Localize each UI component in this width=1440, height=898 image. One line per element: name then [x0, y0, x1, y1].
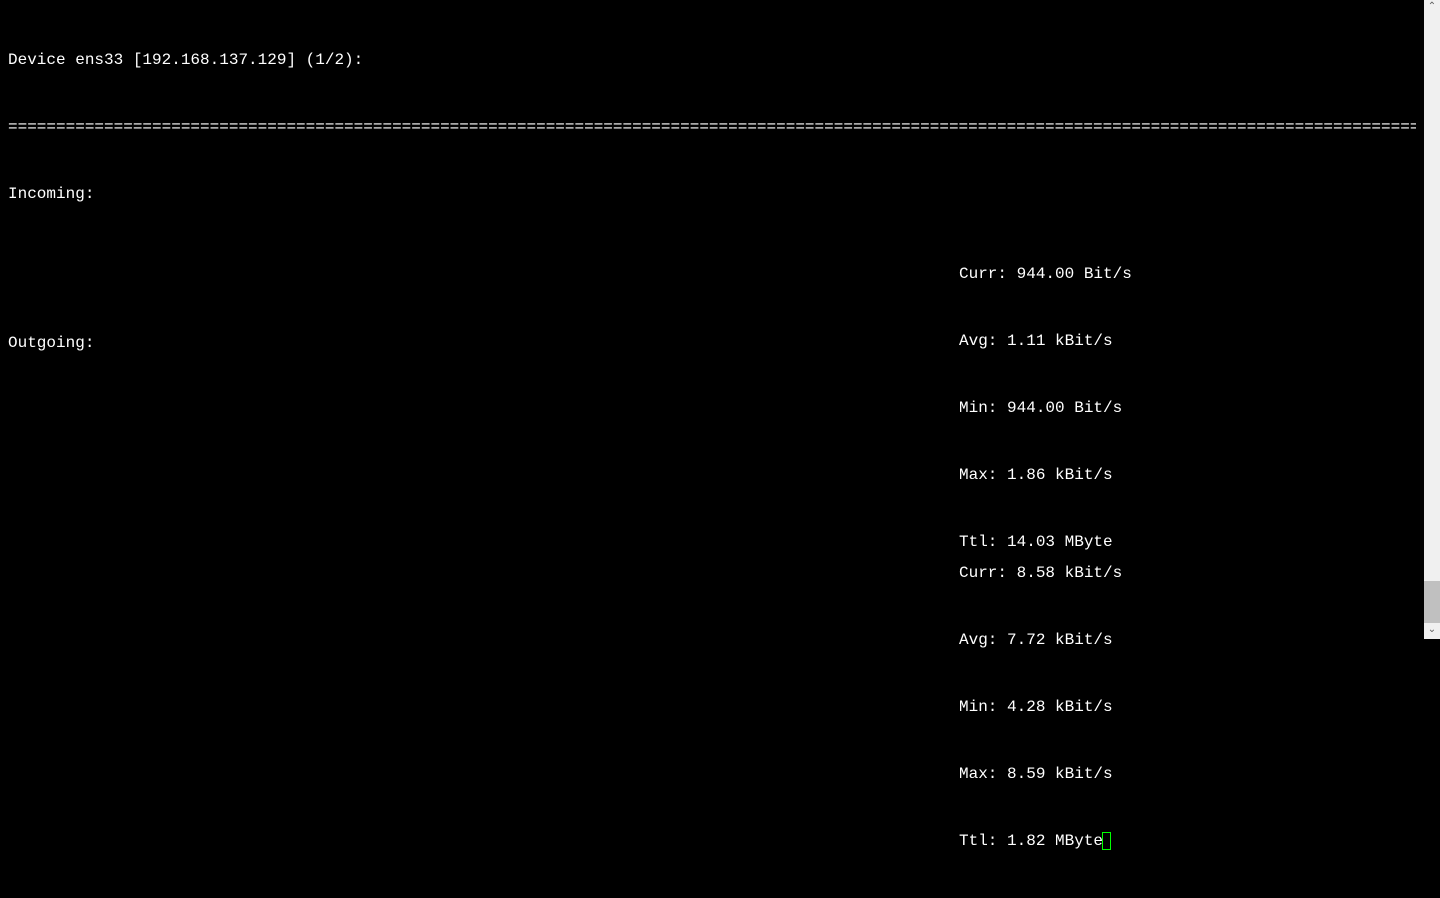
outgoing-stats: Curr: 8.58 kBit/s Avg: 7.72 kBit/s Min: …	[959, 517, 1122, 898]
divider-line: ========================================…	[8, 116, 1416, 138]
outgoing-avg: Avg: 7.72 kBit/s	[959, 629, 1122, 651]
outgoing-curr: Curr: 8.58 kBit/s	[959, 562, 1122, 584]
outgoing-ttl-text: Ttl: 1.82 MByte	[959, 832, 1103, 850]
outgoing-min: Min: 4.28 kBit/s	[959, 696, 1122, 718]
incoming-label: Incoming:	[8, 183, 1416, 205]
terminal-cursor	[1102, 832, 1111, 850]
scroll-thumb[interactable]	[1424, 581, 1440, 623]
device-header: Device ens33 [192.168.137.129] (1/2):	[8, 49, 1416, 71]
terminal-output: Device ens33 [192.168.137.129] (1/2): ==…	[0, 0, 1424, 639]
outgoing-label: Outgoing:	[8, 332, 94, 354]
vertical-scrollbar[interactable]: ⌃ ⌄	[1424, 0, 1440, 639]
incoming-curr: Curr: 944.00 Bit/s	[959, 263, 1132, 285]
scroll-up-arrow-icon[interactable]: ⌃	[1424, 0, 1440, 16]
scroll-down-arrow-icon[interactable]: ⌄	[1424, 623, 1440, 639]
incoming-max: Max: 1.86 kBit/s	[959, 464, 1132, 486]
outgoing-max: Max: 8.59 kBit/s	[959, 763, 1122, 785]
incoming-avg: Avg: 1.11 kBit/s	[959, 330, 1132, 352]
outgoing-ttl: Ttl: 1.82 MByte	[959, 830, 1122, 852]
incoming-min: Min: 944.00 Bit/s	[959, 397, 1132, 419]
